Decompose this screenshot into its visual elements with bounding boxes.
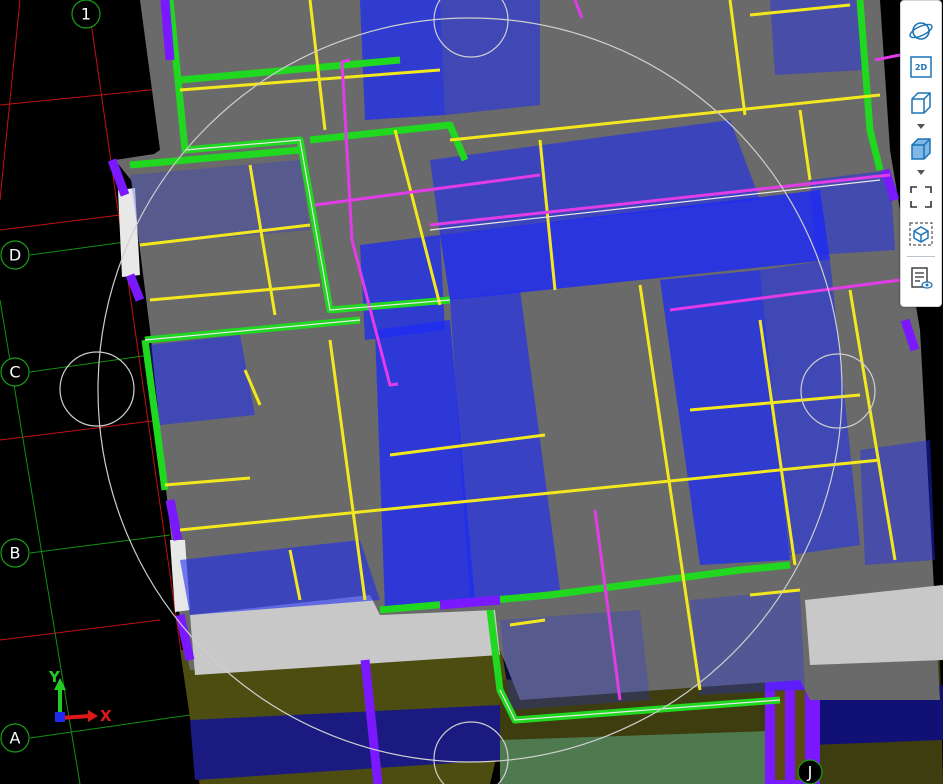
axis-x-label: X	[100, 707, 112, 725]
orbit-icon	[909, 22, 933, 40]
orbit-button[interactable]	[906, 17, 936, 45]
axis-y-label: Y	[48, 668, 61, 686]
chevron-down-icon[interactable]	[915, 122, 927, 130]
view-properties-button[interactable]	[906, 264, 936, 292]
svg-text:2D: 2D	[915, 63, 928, 72]
grid-bubble-d[interactable]: D	[0, 240, 30, 270]
view-2d-button[interactable]: 2D	[906, 53, 936, 81]
2d-icon: 2D	[910, 56, 932, 78]
section-box-button[interactable]	[906, 220, 936, 248]
cube-shaded-icon	[911, 138, 931, 160]
3d-viewport[interactable]: 1 D C B A J Y X 2D	[0, 0, 943, 784]
zoom-extents-button[interactable]	[906, 183, 936, 211]
grid-bubble-1[interactable]: 1	[71, 0, 101, 29]
view-cube-wireframe-button[interactable]	[906, 89, 936, 117]
grid-bubble-a[interactable]: A	[0, 723, 30, 753]
svg-text:D: D	[9, 246, 21, 265]
svg-text:A: A	[10, 729, 21, 748]
view-toolbar: 2D	[900, 0, 942, 307]
toolbar-divider	[907, 256, 935, 257]
grid-bubble-b[interactable]: B	[0, 538, 30, 568]
grid-bubble-j[interactable]: J	[797, 759, 823, 784]
svg-text:B: B	[10, 544, 21, 563]
section-box-icon	[909, 222, 933, 246]
svg-text:J: J	[807, 763, 813, 782]
grid-bubble-c[interactable]: C	[0, 357, 30, 387]
view-cube-shaded-button[interactable]	[906, 135, 936, 163]
svg-text:C: C	[9, 363, 20, 382]
document-view-icon	[911, 267, 933, 289]
svg-text:1: 1	[81, 5, 91, 24]
cube-outline-icon	[911, 92, 931, 114]
model-scene[interactable]: 1 D C B A J Y X	[0, 0, 943, 784]
chevron-down-icon[interactable]	[915, 168, 927, 176]
fit-frame-icon	[910, 186, 932, 208]
